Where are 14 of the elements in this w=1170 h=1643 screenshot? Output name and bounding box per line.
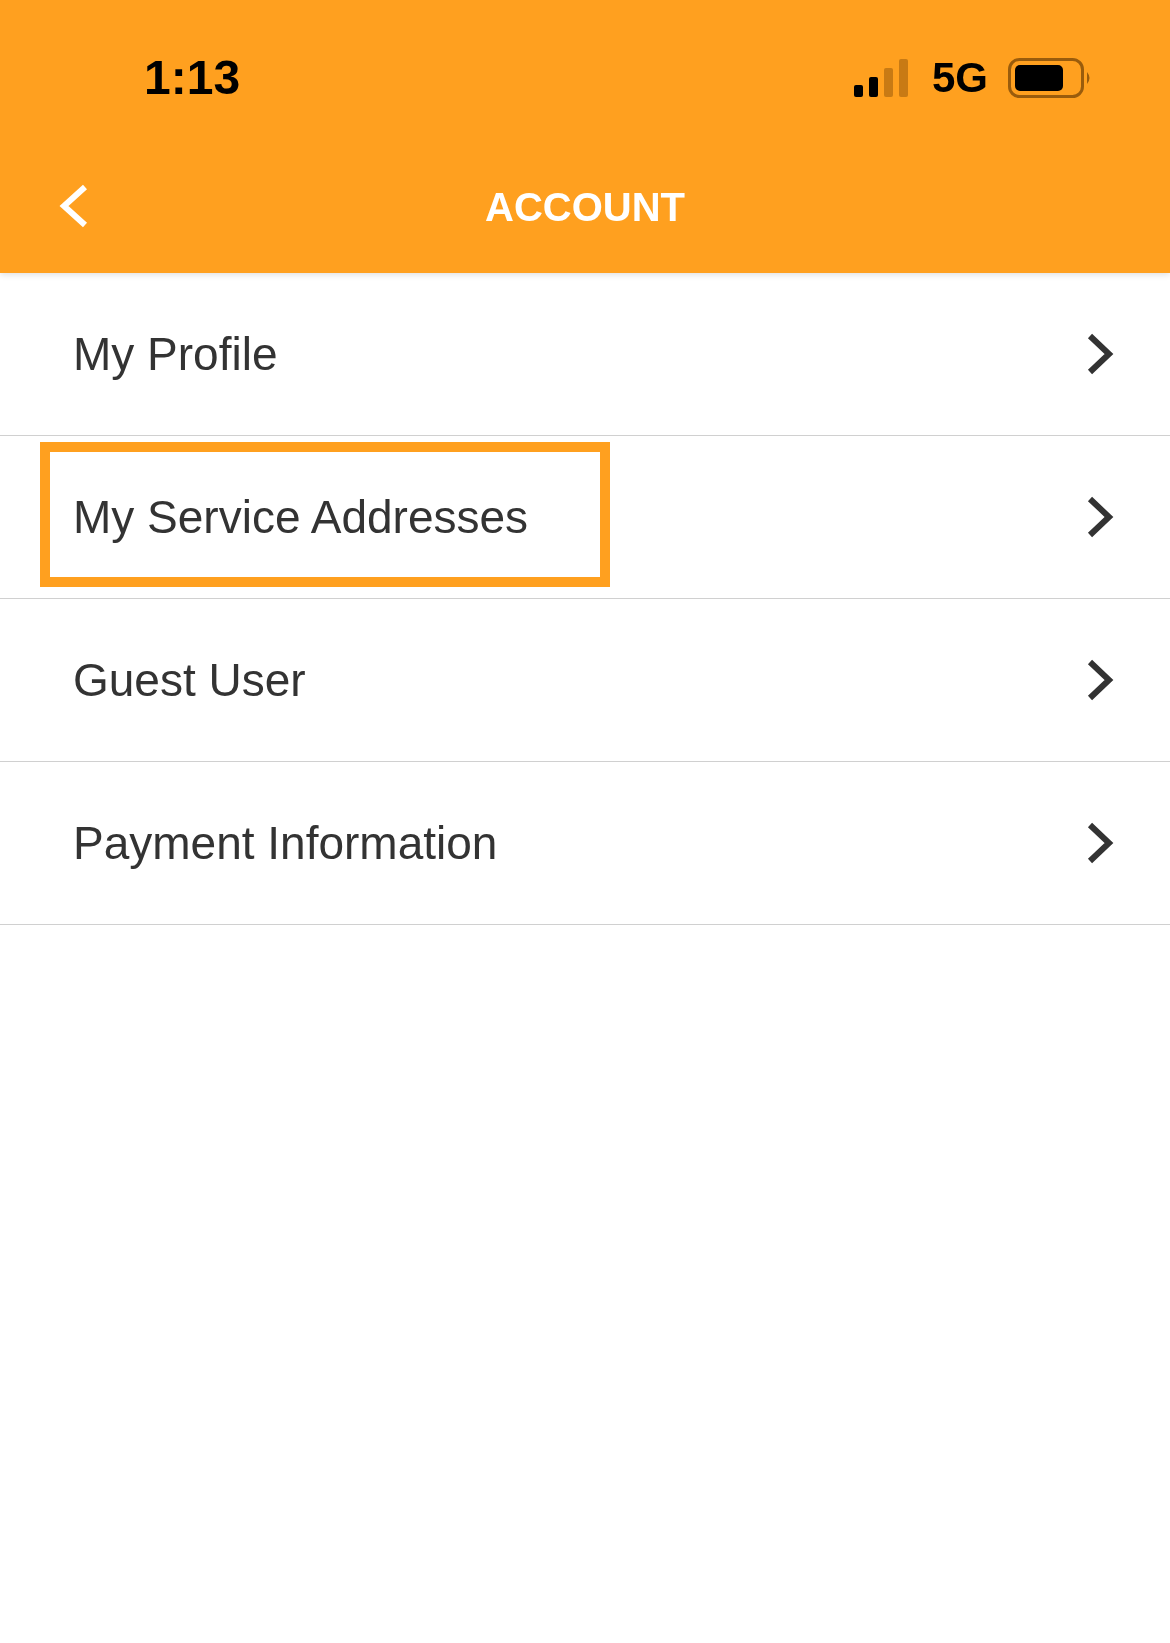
back-icon	[58, 184, 90, 228]
menu-item[interactable]: Guest User	[0, 599, 1170, 761]
chevron-right-icon	[1086, 822, 1114, 864]
menu-item[interactable]: Payment Information	[0, 762, 1170, 924]
page-title: ACCOUNT	[485, 186, 685, 227]
network-label: 5G	[931, 57, 988, 99]
menu-item[interactable]: My Service Addresses	[0, 436, 1170, 598]
signal-icon	[853, 59, 910, 97]
menu-item[interactable]: My Profile	[0, 273, 1170, 435]
chevron-right-icon	[1086, 496, 1114, 538]
status-time: 1:13	[144, 54, 241, 102]
chevron-right-icon	[1086, 659, 1114, 701]
chevron-right-icon	[1086, 333, 1114, 375]
battery-icon	[1008, 58, 1092, 98]
